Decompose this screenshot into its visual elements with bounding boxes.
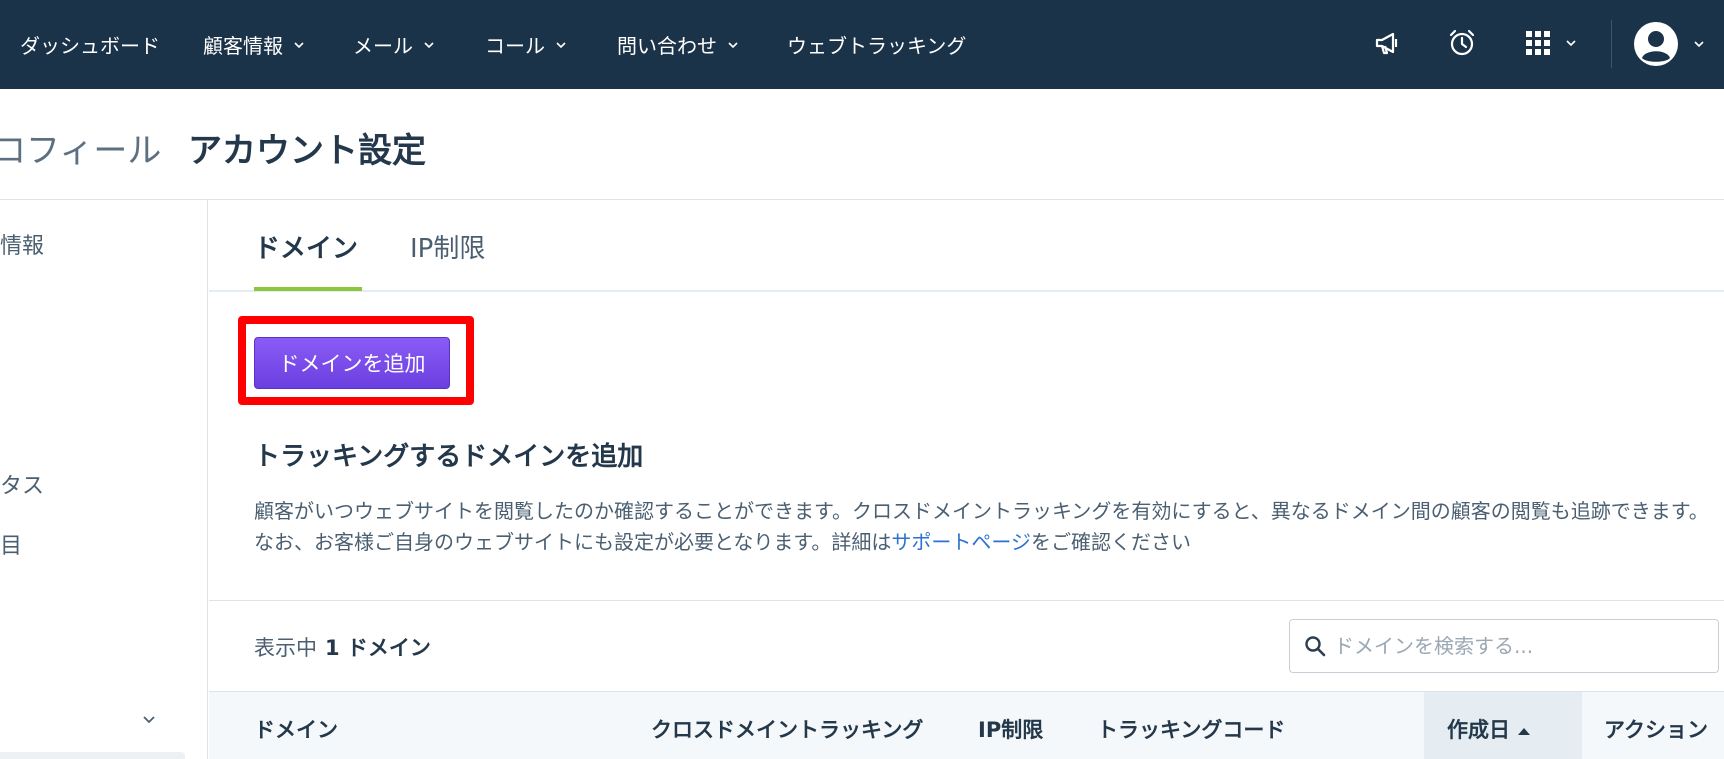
chevron-down-icon xyxy=(728,41,738,48)
column-ip-restriction[interactable]: IP制限 xyxy=(978,714,1043,744)
tab-bar: ドメイン IP制限 xyxy=(209,200,1724,292)
table-header: ドメイン クロスドメイントラッキング IP制限 トラッキングコード 作成日 アク… xyxy=(209,691,1724,759)
nav-mail[interactable]: メール xyxy=(353,30,435,59)
nav-dashboard-label: ダッシュボード xyxy=(20,34,160,58)
nav-web-tracking[interactable]: ウェブトラッキング xyxy=(787,30,966,59)
chevron-down-icon xyxy=(294,41,304,48)
user-menu-button[interactable] xyxy=(1633,20,1715,68)
sidebar-active-item[interactable] xyxy=(0,752,185,759)
user-avatar-icon xyxy=(1634,22,1678,66)
megaphone-icon[interactable] xyxy=(1370,26,1404,60)
sort-ascending-icon xyxy=(1518,727,1530,735)
section-description: 顧客がいつウェブサイトを閲覧したのか確認することができます。クロスドメイントラッ… xyxy=(254,496,1719,558)
chevron-down-icon xyxy=(1694,41,1704,48)
page-header: ロフィール アカウント設定 xyxy=(0,89,1724,200)
chevron-down-icon[interactable] xyxy=(141,712,157,728)
main-content: ドメイン IP制限 ドメインを追加 トラッキングするドメインを追加 顧客がいつウ… xyxy=(209,200,1724,759)
sidebar-item-info[interactable]: 情報 xyxy=(0,228,44,260)
domain-search[interactable] xyxy=(1289,619,1719,673)
nav-call-label: コール xyxy=(485,34,545,58)
nav-web-tracking-label: ウェブトラッキング xyxy=(787,34,967,58)
column-tracking-code[interactable]: トラッキングコード xyxy=(1097,714,1285,744)
settings-sidebar: 情報 タス 目 xyxy=(0,200,208,759)
active-tab-indicator xyxy=(254,287,362,291)
nav-inquiries-label: 問い合わせ xyxy=(617,34,717,58)
chevron-down-icon xyxy=(424,41,434,48)
sidebar-item-fields[interactable]: 目 xyxy=(0,528,22,560)
nav-customers[interactable]: 顧客情報 xyxy=(203,30,305,59)
page-title: アカウント設定 xyxy=(188,131,426,171)
chevron-down-icon xyxy=(1566,40,1576,47)
alarm-clock-icon[interactable] xyxy=(1445,26,1479,60)
tab-ip-restriction[interactable]: IP制限 xyxy=(410,228,485,265)
chevron-down-icon xyxy=(556,41,566,48)
domain-search-input[interactable] xyxy=(1334,634,1714,658)
section-heading: トラッキングするドメインを追加 xyxy=(254,442,644,472)
column-cross-domain-tracking[interactable]: クロスドメイントラッキング xyxy=(651,714,923,744)
result-count: 表示中 1 ドメイン xyxy=(254,632,431,662)
breadcrumb-profile[interactable]: ロフィール xyxy=(0,123,161,172)
nav-dashboard[interactable]: ダッシュボード xyxy=(20,30,160,59)
support-page-link[interactable]: サポートページ xyxy=(891,530,1031,554)
nav-call[interactable]: コール xyxy=(485,30,567,59)
apps-menu-button[interactable] xyxy=(1525,26,1585,60)
nav-customers-label: 顧客情報 xyxy=(203,34,283,58)
add-domain-button[interactable]: ドメインを追加 xyxy=(254,337,450,389)
column-domain[interactable]: ドメイン xyxy=(254,714,338,744)
apps-grid-icon xyxy=(1526,31,1550,55)
column-actions: アクション xyxy=(1604,718,1708,742)
nav-inquiries[interactable]: 問い合わせ xyxy=(617,30,739,59)
description-suffix: をご確認ください xyxy=(1031,530,1192,554)
nav-separator xyxy=(1611,20,1612,68)
domain-count: 1 ドメイン xyxy=(325,636,431,660)
nav-mail-label: メール xyxy=(353,34,413,58)
top-navigation: ダッシュボード 顧客情報 メール コール 問い合わせ ウェブトラッキング xyxy=(0,0,1724,89)
sidebar-item-status[interactable]: タス xyxy=(0,468,44,500)
search-icon xyxy=(1305,636,1326,657)
divider xyxy=(209,600,1724,601)
column-created-date[interactable]: 作成日 xyxy=(1447,714,1530,744)
tab-domain[interactable]: ドメイン xyxy=(254,228,358,265)
column-created-date-label: 作成日 xyxy=(1447,718,1510,742)
showing-label: 表示中 xyxy=(254,636,317,660)
